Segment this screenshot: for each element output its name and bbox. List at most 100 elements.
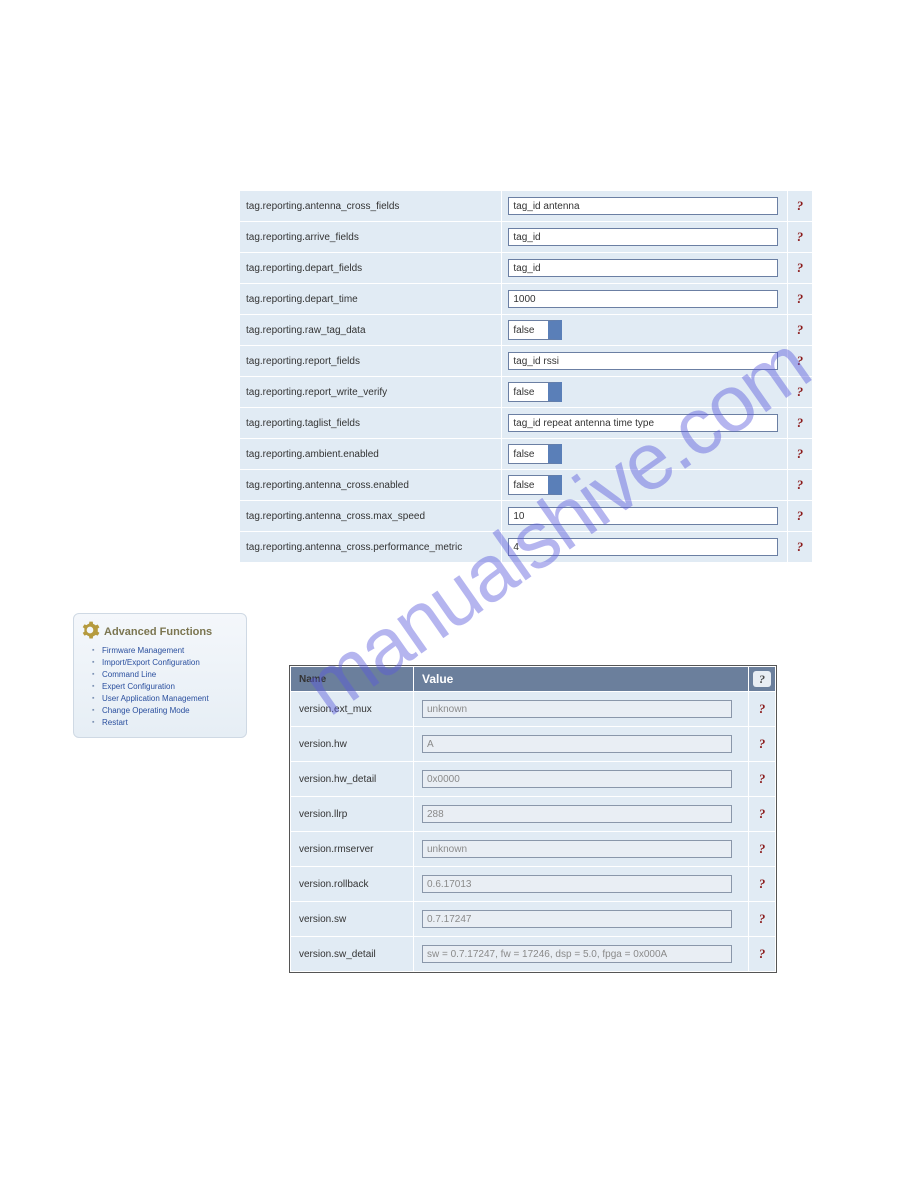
version-value-input	[422, 805, 732, 823]
config-row: tag.reporting.ambient.enabled falsetrue?	[240, 439, 812, 469]
config-value-cell	[502, 346, 786, 376]
version-row: version.sw?	[291, 902, 775, 936]
help-cell: ?	[749, 937, 775, 971]
help-cell: ?	[788, 470, 812, 500]
sidebar-link[interactable]: Firmware Management	[102, 646, 184, 655]
sidebar-link[interactable]: Restart	[102, 718, 128, 727]
help-icon[interactable]: ?	[759, 911, 766, 926]
version-name: version.hw	[291, 727, 413, 761]
help-icon[interactable]: ?	[759, 806, 766, 821]
sidebar-item: Command Line	[102, 669, 238, 681]
config-value-cell	[502, 501, 786, 531]
config-input[interactable]	[508, 228, 778, 246]
version-value-input	[422, 700, 732, 718]
help-cell: ?	[749, 902, 775, 936]
config-input[interactable]	[508, 538, 778, 556]
help-cell: ?	[788, 315, 812, 345]
config-label: tag.reporting.raw_tag_data	[240, 315, 501, 345]
sidebar-link[interactable]: Command Line	[102, 670, 156, 679]
config-value-cell	[502, 284, 786, 314]
config-input[interactable]	[508, 507, 778, 525]
gear-icon	[80, 620, 100, 643]
help-icon[interactable]: ?	[759, 701, 766, 716]
version-value-input	[422, 875, 732, 893]
config-label: tag.reporting.report_fields	[240, 346, 501, 376]
sidebar-item: Import/Export Configuration	[102, 657, 238, 669]
config-label: tag.reporting.arrive_fields	[240, 222, 501, 252]
advanced-functions-title: Advanced Functions	[104, 626, 212, 638]
sidebar-link[interactable]: Change Operating Mode	[102, 706, 190, 715]
sidebar-link[interactable]: Expert Configuration	[102, 682, 175, 691]
version-name: version.rmserver	[291, 832, 413, 866]
version-row: version.llrp?	[291, 797, 775, 831]
help-icon[interactable]: ?	[797, 384, 804, 399]
help-icon[interactable]: ?	[797, 291, 804, 306]
version-value-input	[422, 945, 732, 963]
config-select[interactable]: falsetrue	[508, 475, 562, 495]
help-cell: ?	[788, 408, 812, 438]
config-input[interactable]	[508, 197, 778, 215]
version-value-cell	[414, 902, 748, 936]
help-cell: ?	[788, 253, 812, 283]
sidebar-link[interactable]: User Application Management	[102, 694, 209, 703]
help-icon[interactable]: ?	[759, 771, 766, 786]
config-select[interactable]: falsetrue	[508, 382, 562, 402]
sidebar-item: Change Operating Mode	[102, 705, 238, 717]
version-row: version.ext_mux?	[291, 692, 775, 726]
help-icon[interactable]: ?	[797, 446, 804, 461]
help-icon[interactable]: ?	[797, 539, 804, 554]
help-icon[interactable]: ?	[759, 876, 766, 891]
help-icon[interactable]: ?	[797, 260, 804, 275]
help-icon[interactable]: ?	[797, 415, 804, 430]
config-value-cell	[502, 222, 786, 252]
config-input[interactable]	[508, 352, 778, 370]
help-icon: ?	[753, 671, 771, 687]
sidebar-item: Restart	[102, 717, 238, 729]
config-label: tag.reporting.antenna_cross_fields	[240, 191, 501, 221]
help-icon[interactable]: ?	[797, 229, 804, 244]
version-row: version.hw_detail?	[291, 762, 775, 796]
version-header-help[interactable]: ?	[749, 667, 775, 691]
config-value-cell: falsetrue	[502, 439, 786, 469]
help-icon[interactable]: ?	[759, 946, 766, 961]
version-name: version.ext_mux	[291, 692, 413, 726]
version-row: version.sw_detail?	[291, 937, 775, 971]
config-label: tag.reporting.depart_fields	[240, 253, 501, 283]
config-label: tag.reporting.antenna_cross.performance_…	[240, 532, 501, 562]
help-icon[interactable]: ?	[759, 841, 766, 856]
config-input[interactable]	[508, 259, 778, 277]
help-cell: ?	[788, 377, 812, 407]
help-cell: ?	[788, 346, 812, 376]
version-header-name: Name	[291, 667, 413, 691]
config-row: tag.reporting.report_fields?	[240, 346, 812, 376]
version-row: version.rollback?	[291, 867, 775, 901]
help-icon[interactable]: ?	[797, 353, 804, 368]
sidebar-link[interactable]: Import/Export Configuration	[102, 658, 200, 667]
version-table: Name Value ? version.ext_mux?version.hw?…	[290, 666, 776, 972]
config-label: tag.reporting.report_write_verify	[240, 377, 501, 407]
version-value-input	[422, 910, 732, 928]
help-cell: ?	[788, 439, 812, 469]
config-input[interactable]	[508, 414, 778, 432]
version-value-cell	[414, 937, 748, 971]
config-row: tag.reporting.antenna_cross.max_speed?	[240, 501, 812, 531]
help-icon[interactable]: ?	[797, 477, 804, 492]
config-input[interactable]	[508, 290, 778, 308]
config-row: tag.reporting.taglist_fields?	[240, 408, 812, 438]
config-row: tag.reporting.raw_tag_data falsetrue?	[240, 315, 812, 345]
config-value-cell: falsetrue	[502, 315, 786, 345]
config-label: tag.reporting.depart_time	[240, 284, 501, 314]
config-row: tag.reporting.antenna_cross.enabledfalse…	[240, 470, 812, 500]
help-cell: ?	[749, 797, 775, 831]
help-icon[interactable]: ?	[759, 736, 766, 751]
config-row: tag.reporting.depart_time?	[240, 284, 812, 314]
help-icon[interactable]: ?	[797, 322, 804, 337]
help-cell: ?	[788, 222, 812, 252]
help-icon[interactable]: ?	[797, 508, 804, 523]
help-icon[interactable]: ?	[797, 198, 804, 213]
version-name: version.rollback	[291, 867, 413, 901]
config-select[interactable]: falsetrue	[508, 320, 562, 340]
config-value-cell	[502, 253, 786, 283]
config-label: tag.reporting.ambient.enabled	[240, 439, 501, 469]
config-select[interactable]: falsetrue	[508, 444, 562, 464]
